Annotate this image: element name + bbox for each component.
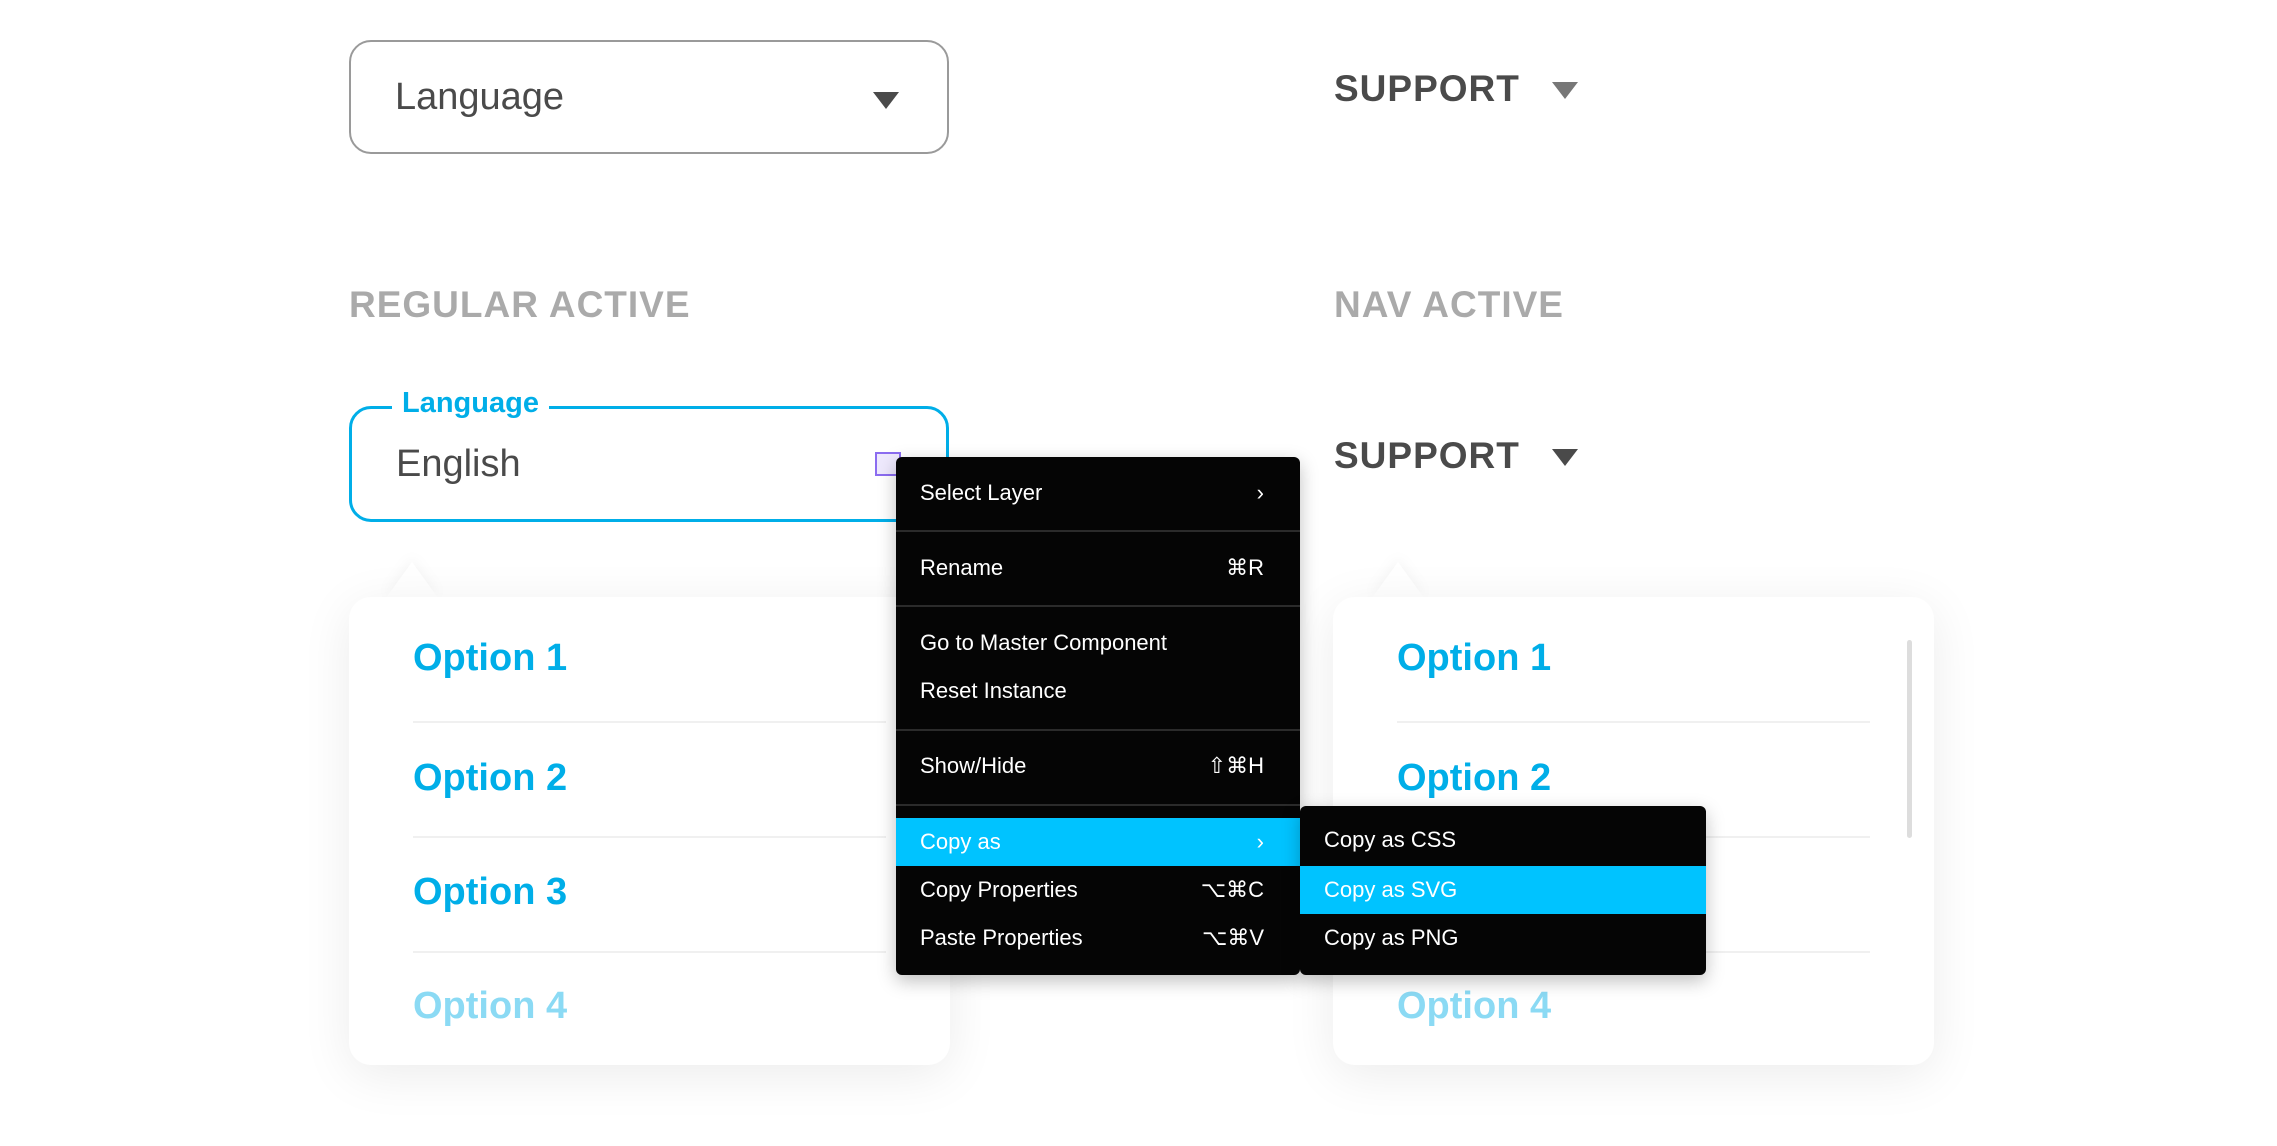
menu-separator <box>896 804 1300 806</box>
option-item[interactable]: Option 3 <box>413 871 567 914</box>
support-nav-active[interactable]: SUPPORT <box>1334 435 1578 477</box>
menu-item-label: Copy as PNG <box>1324 925 1459 950</box>
submenu-item-copy-png[interactable]: Copy as PNG <box>1300 914 1706 962</box>
option-item[interactable]: Option 2 <box>413 757 567 800</box>
heading-nav-active: NAV ACTIVE <box>1334 284 1564 325</box>
menu-item-rename[interactable]: Rename ⌘R <box>896 544 1300 592</box>
menu-item-label: Copy as CSS <box>1324 827 1457 852</box>
select-value: English <box>396 443 521 485</box>
shortcut: ⇧⌘H <box>1207 753 1264 778</box>
menu-item-copy-properties[interactable]: Copy Properties ⌥⌘C <box>896 866 1300 914</box>
menu-separator <box>896 605 1300 607</box>
shortcut: ⌥⌘V <box>1201 925 1264 950</box>
language-select-active[interactable]: Language English <box>349 387 949 522</box>
divider <box>1397 721 1870 723</box>
option-item[interactable]: Option 4 <box>413 985 567 1028</box>
divider <box>413 951 886 953</box>
dropdown-arrow-icon <box>1552 82 1578 99</box>
menu-item-copy-as[interactable]: Copy as › <box>896 818 1300 866</box>
submenu-item-copy-css[interactable]: Copy as CSS <box>1300 816 1706 864</box>
menu-item-label: Paste Properties <box>920 925 1083 950</box>
menu-item-label: Rename <box>920 555 1004 580</box>
option-item[interactable]: Option 4 <box>1397 985 1551 1028</box>
language-select[interactable]: Language <box>349 40 949 154</box>
menu-item-label: Select Layer <box>920 480 1043 505</box>
support-nav-label: SUPPORT <box>1334 435 1520 476</box>
menu-separator <box>896 729 1300 731</box>
menu-item-label: Go to Master Component <box>920 630 1168 655</box>
context-menu: Select Layer › Rename ⌘R Go to Master Comp… <box>896 457 1300 975</box>
support-nav[interactable]: SUPPORT <box>1334 68 1578 110</box>
menu-item-label: Copy Properties <box>920 877 1078 902</box>
menu-item-show-hide[interactable]: Show/Hide ⇧⌘H <box>896 742 1300 790</box>
menu-separator <box>896 530 1300 532</box>
shortcut: ⌘R <box>1226 555 1264 580</box>
shortcut: ⌥⌘C <box>1200 877 1264 902</box>
options-panel-regular: Option 1 Option 2 Option 3 Option 4 <box>349 597 950 1065</box>
heading-regular-active: REGULAR ACTIVE <box>349 284 691 325</box>
menu-item-label: Show/Hide <box>920 753 1027 778</box>
select-placeholder: Language <box>395 76 565 118</box>
option-item[interactable]: Option 1 <box>1397 637 1551 680</box>
chevron-right-icon: › <box>1256 829 1264 854</box>
menu-item-select-layer[interactable]: Select Layer › <box>896 469 1300 517</box>
chevron-right-icon: › <box>1256 480 1264 505</box>
option-item[interactable]: Option 2 <box>1397 757 1551 800</box>
copy-as-submenu: Copy as CSS Copy as SVG Copy as PNG <box>1300 806 1706 975</box>
menu-item-reset-instance[interactable]: Reset Instance <box>896 667 1300 715</box>
panel-pointer <box>1372 562 1424 598</box>
option-item[interactable]: Option 1 <box>413 637 567 680</box>
menu-item-label: Copy as <box>920 829 1001 854</box>
menu-item-label: Copy as SVG <box>1324 877 1458 902</box>
submenu-item-copy-svg[interactable]: Copy as SVG <box>1300 866 1706 914</box>
dropdown-arrow-icon <box>873 92 899 109</box>
dropdown-arrow-icon <box>1552 449 1578 466</box>
select-label: Language <box>392 387 549 420</box>
menu-item-label: Reset Instance <box>920 678 1067 703</box>
divider <box>413 836 886 838</box>
scrollbar[interactable] <box>1907 640 1912 838</box>
divider <box>413 721 886 723</box>
menu-item-go-to-master[interactable]: Go to Master Component <box>896 619 1300 667</box>
menu-item-paste-properties[interactable]: Paste Properties ⌥⌘V <box>896 914 1300 962</box>
panel-pointer <box>386 562 438 598</box>
support-nav-label: SUPPORT <box>1334 68 1520 109</box>
